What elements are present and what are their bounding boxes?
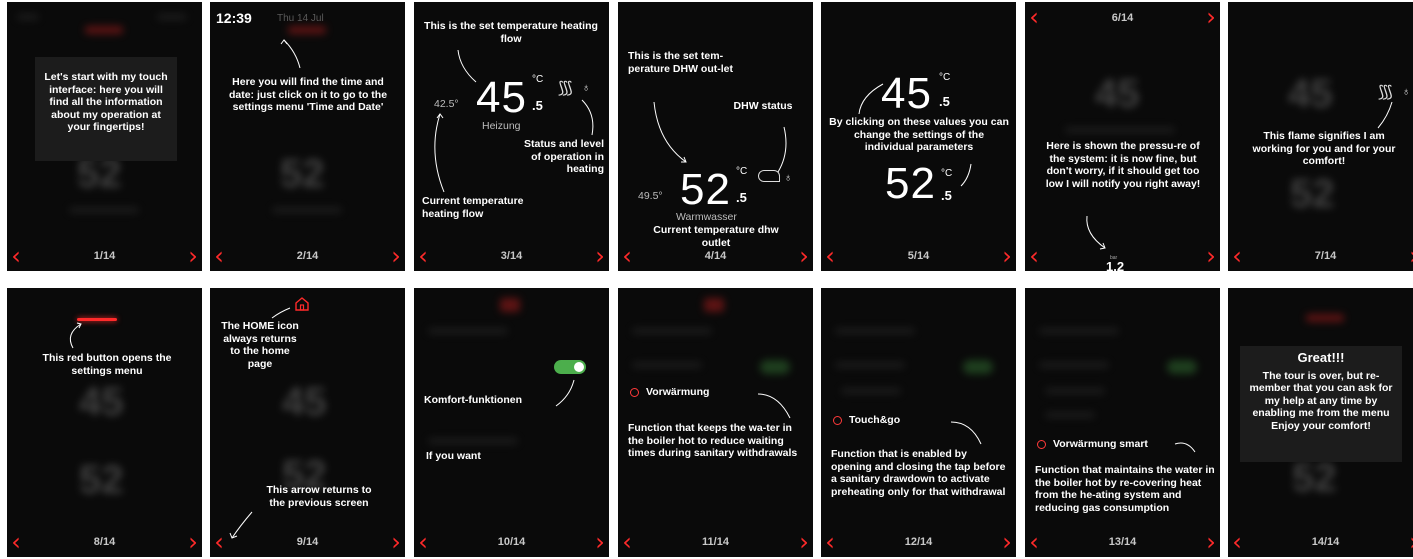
tour-screen-2: 52 12:39 Thu 14 Jul Here you will find t… — [210, 2, 405, 271]
next-arrow-icon[interactable]: › — [186, 529, 200, 557]
prev-arrow-icon-bottom[interactable]: ‹ — [1027, 243, 1041, 271]
next-arrow-icon-bottom[interactable]: › — [1204, 243, 1218, 271]
tour-screen-1: 52 Let's start with my touch interface: … — [7, 2, 202, 271]
page-indicator: 1/14 — [93, 250, 116, 262]
arrow-pointer — [950, 421, 982, 445]
page-indicator: 7/14 — [1314, 250, 1337, 262]
home-explanation: The HOME icon always returns to the home… — [221, 320, 299, 370]
next-arrow-icon[interactable]: › — [1000, 243, 1014, 271]
next-arrow-icon[interactable]: › — [389, 529, 403, 557]
settings-button-explanation: This red button opens the settings menu — [42, 352, 172, 377]
finish-title: Great!!! — [1297, 350, 1345, 365]
tour-navigation: ‹ 13/14 › — [1025, 529, 1220, 557]
arrow-pointer — [1086, 215, 1106, 250]
tour-navigation: ‹ › — [1025, 243, 1220, 271]
tour-screen-4: This is the set tem-perature DHW out-let… — [618, 2, 813, 271]
tour-navigation: ‹ 8/14 › — [7, 529, 202, 557]
arrow-pointer — [1174, 442, 1196, 453]
next-arrow-icon[interactable]: › — [186, 243, 200, 271]
page-indicator: 10/14 — [497, 536, 526, 548]
arrow-pointer — [555, 379, 575, 407]
tour-screen-12: Touch&go Function that is enabled by ope… — [821, 288, 1016, 557]
tour-screen-3: This is the set temperature heating flow… — [414, 2, 609, 271]
arrow-pointer — [858, 83, 972, 187]
next-arrow-icon[interactable]: › — [1204, 529, 1218, 557]
page-indicator: 12/14 — [904, 536, 933, 548]
preheating-explanation: Function that keeps the wa-ter in the bo… — [628, 422, 798, 459]
if-you-want-label: If you want — [426, 450, 481, 462]
tour-navigation: ‹ 11/14 › — [618, 529, 813, 557]
tour-navigation: ‹ 2/14 › — [210, 243, 405, 271]
tour-navigation: ‹ 7/14 › — [1228, 243, 1413, 271]
flame-explanation: This flame signifies I am working for yo… — [1252, 130, 1396, 167]
page-indicator: 13/14 — [1108, 536, 1137, 548]
arrow-pointer — [653, 101, 787, 173]
tour-navigation: ‹ 5/14 › — [821, 243, 1016, 271]
arrow-pointer — [434, 49, 594, 193]
comfort-functions-label: Komfort-funktionen — [424, 394, 522, 406]
page-indicator: 14/14 — [1311, 536, 1340, 548]
tour-navigation: ‹ 3/14 › — [414, 243, 609, 271]
next-arrow-icon[interactable]: › — [389, 243, 403, 271]
tour-screen-14: 52 Great!!! The tour is over, but re-mem… — [1228, 288, 1413, 557]
tour-navigation: ‹ 10/14 › — [414, 529, 609, 557]
tour-screen-11: Vorwärmung Function that keeps the wa-te… — [618, 288, 813, 557]
tour-screen-13: Vorwärmung smart Function that maintains… — [1025, 288, 1220, 557]
page-indicator: 2/14 — [296, 250, 319, 262]
tour-navigation: ‹ 12/14 › — [821, 529, 1016, 557]
finish-callout: Great!!! The tour is over, but re-member… — [1240, 346, 1402, 462]
tour-screen-9: 45 52 The HOME icon always returns to th… — [210, 288, 405, 557]
tour-navigation: ‹ 4/14 › — [618, 243, 813, 271]
tour-screen-8: 45 52 This red button opens the settings… — [7, 288, 202, 557]
next-arrow-icon[interactable]: › — [797, 529, 811, 557]
tour-navigation: ‹ 14/14 › — [1228, 529, 1413, 557]
page-indicator: 4/14 — [704, 250, 727, 262]
next-arrow-icon[interactable]: › — [593, 243, 607, 271]
intro-callout: Let's start with my touch interface: her… — [35, 57, 177, 161]
tour-navigation: ‹ 9/14 › — [210, 529, 405, 557]
next-arrow-icon[interactable]: › — [593, 529, 607, 557]
next-arrow-icon[interactable]: › — [1407, 243, 1413, 271]
tour-screen-10: Komfort-funktionen If you want ‹ 10/14 › — [414, 288, 609, 557]
page-indicator: 3/14 — [500, 250, 523, 262]
back-arrow-explanation: This arrow returns to the previous scree… — [266, 484, 372, 509]
arrow-pointer — [280, 39, 301, 69]
touch-go-explanation: Function that is enabled by opening and … — [831, 448, 1006, 498]
page-indicator: 11/14 — [702, 536, 729, 548]
tour-screen-5: 45 °C .5 By clicking on these values you… — [821, 2, 1016, 271]
tour-screen-6: 45 ‹ 6/14 › Here is shown the pressu-re … — [1025, 2, 1220, 271]
tour-screen-7: 45 52 ⟆⟆⟆ ♁ This flame signifies I am wo… — [1228, 2, 1413, 271]
arrow-pointer — [69, 322, 82, 349]
finish-text: The tour is over, but re-member that you… — [1249, 369, 1393, 432]
time-date-explanation: Here you will find the time and date: ju… — [228, 76, 388, 113]
tour-navigation: ‹ 1/14 › — [7, 243, 202, 271]
page-indicator: 8/14 — [93, 536, 116, 548]
page-indicator: 5/14 — [907, 250, 930, 262]
preheating-smart-explanation: Function that maintains the water in the… — [1035, 464, 1215, 514]
page-indicator: 9/14 — [296, 536, 319, 548]
next-arrow-icon[interactable]: › — [1407, 529, 1413, 557]
next-arrow-icon[interactable]: › — [1000, 529, 1014, 557]
next-arrow-icon[interactable]: › — [797, 243, 811, 271]
